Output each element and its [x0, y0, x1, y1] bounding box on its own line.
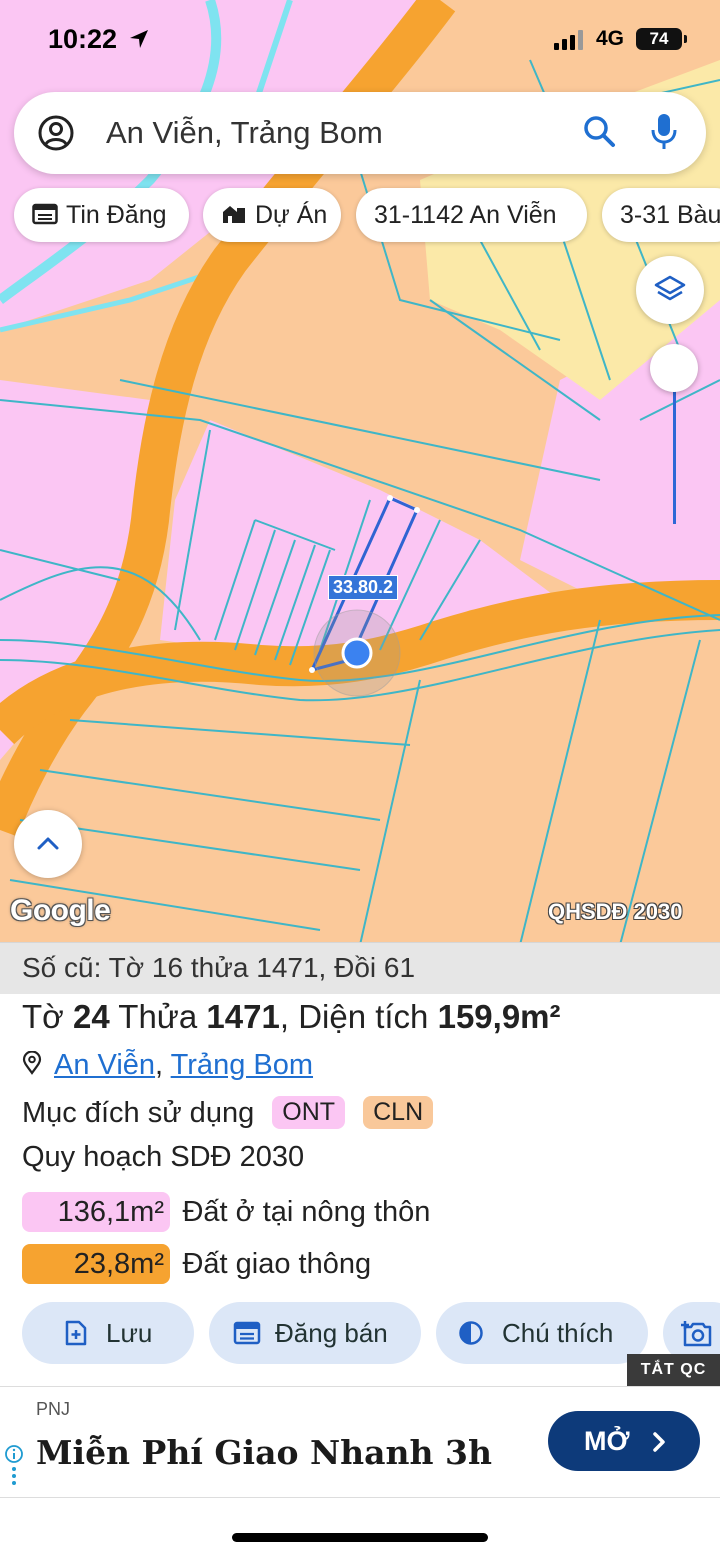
legend-icon [459, 1321, 483, 1345]
post-sale-icon [233, 1321, 261, 1345]
ad-headline[interactable]: Miễn Phí Giao Nhanh 3h [36, 1433, 492, 1472]
legend-label: Chú thích [502, 1318, 614, 1348]
chip-label: 31-1142 An Viễn [374, 201, 557, 229]
plan-area-value: 136,1m² [22, 1192, 170, 1232]
legend-button[interactable]: Chú thích [436, 1302, 648, 1364]
save-icon [65, 1320, 87, 1346]
old-record-text: Số cũ: Tờ 16 thửa 1471, Đồi 61 [22, 952, 416, 983]
parcel-address: An Viễn, Trảng Bom [22, 1049, 313, 1082]
plan-item: 136,1m² Đất ở tại nông thôn [22, 1192, 430, 1232]
search-bar[interactable] [14, 92, 706, 174]
network-type: 4G [596, 27, 625, 50]
plan-area-label: Đất giao thông [182, 1247, 372, 1280]
layers-icon [654, 275, 686, 301]
location-arrow-icon [130, 30, 148, 48]
plan-heading: Quy hoạch SDĐ 2030 [22, 1141, 305, 1173]
plan-area-label: Đất ở tại nông thôn [182, 1195, 431, 1228]
expand-panel-button[interactable] [14, 810, 82, 878]
area-label: Diện tích [298, 998, 429, 1035]
ad-info-icon[interactable] [5, 1445, 23, 1485]
chip-label: 3-31 Bàu [620, 201, 720, 229]
post-sale-label: Đăng bán [275, 1318, 388, 1348]
project-icon [223, 206, 245, 224]
action-buttons: Lưu Đăng bán Chú thích [22, 1302, 720, 1364]
sheet-label: Tờ [22, 998, 64, 1035]
chevron-right-icon [653, 1432, 665, 1452]
signal-icon [554, 30, 583, 50]
chip-recent-parcel[interactable]: 31-1142 An Viễn [356, 188, 587, 242]
chip-label: Tin Đăng [66, 201, 167, 229]
purpose-tag-ont: ONT [272, 1096, 346, 1129]
plot-label: Thửa [118, 998, 198, 1035]
close-ad-button[interactable]: TẮT QC [627, 1354, 720, 1386]
google-logo: Google [10, 894, 111, 927]
purpose-tag-cln: CLN [363, 1096, 434, 1129]
home-indicator[interactable] [232, 1533, 488, 1542]
search-icon[interactable] [582, 114, 618, 150]
district-link[interactable]: Trảng Bom [171, 1049, 313, 1081]
area-value: 159,9m² [437, 998, 561, 1035]
listing-icon [32, 204, 58, 225]
layer-mark: QHSDĐ 2030 [548, 899, 683, 924]
plot-number: 1471 [206, 998, 280, 1035]
battery-indicator: 74 [636, 28, 687, 50]
plan-item: 23,8m² Đất giao thông [22, 1244, 371, 1284]
location-pin-icon [22, 1051, 42, 1076]
account-icon[interactable] [38, 115, 74, 151]
ad-open-button[interactable]: MỞ [548, 1411, 700, 1471]
save-label: Lưu [106, 1318, 153, 1348]
ad-banner[interactable]: PNJ Miễn Phí Giao Nhanh 3h MỞ [0, 1386, 720, 1498]
ad-brand: PNJ [36, 1399, 71, 1419]
chevron-up-icon [37, 837, 59, 850]
microphone-icon[interactable] [650, 112, 678, 152]
chip-recent-parcel-2[interactable]: 3-31 Bàu [602, 188, 720, 242]
chip-listings[interactable]: Tin Đăng [14, 188, 189, 242]
plan-area-value: 23,8m² [22, 1244, 170, 1284]
camera-icon [681, 1321, 712, 1347]
chip-projects[interactable]: Dự Án [203, 188, 341, 242]
old-record-bar: Số cũ: Tờ 16 thửa 1471, Đồi 61 [0, 942, 720, 994]
parcel-label[interactable]: 33.80.2 [328, 575, 399, 600]
search-input[interactable] [106, 108, 576, 158]
status-time: 10:22 [48, 24, 118, 54]
land-purpose: Mục đích sử dụng ONT CLN [22, 1096, 434, 1130]
chip-label: Dự Án [255, 201, 328, 229]
commune-link[interactable]: An Viễn [54, 1049, 155, 1081]
map-layers-button[interactable] [636, 256, 704, 324]
save-button[interactable]: Lưu [22, 1302, 194, 1364]
purpose-label: Mục đích sử dụng [22, 1097, 255, 1129]
post-sale-button[interactable]: Đăng bán [209, 1302, 421, 1364]
parcel-title: Tờ 24 Thửa 1471, Diện tích 159,9m² [22, 998, 561, 1035]
status-bar: 10:22 4G 74 [0, 22, 720, 62]
ad-open-label: MỞ [584, 1426, 630, 1456]
sheet-number: 24 [72, 998, 110, 1035]
opacity-slider-handle[interactable] [650, 344, 698, 392]
